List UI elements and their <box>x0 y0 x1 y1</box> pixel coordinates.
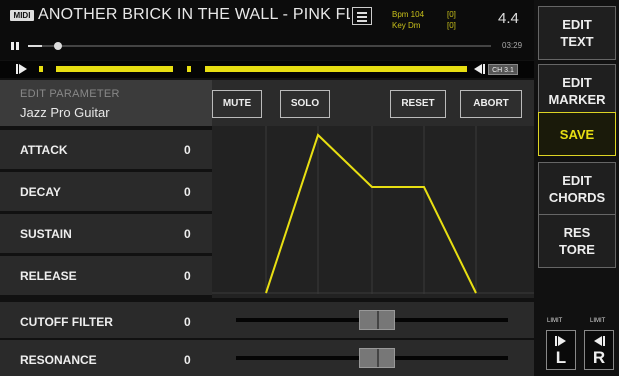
button-line: RES <box>563 225 591 240</box>
param-name: DECAY <box>20 185 61 199</box>
limit-right-letter: R <box>592 348 606 367</box>
timeline-segment <box>56 66 173 72</box>
instrument-name: Jazz Pro Guitar <box>20 105 110 120</box>
solo-button[interactable]: SOLO <box>280 90 330 118</box>
slider-row-cutoff: CUTOFF FILTER 0 <box>0 302 534 338</box>
bpm-offset: [0] <box>447 10 456 19</box>
song-title[interactable]: ANOTHER BRICK IN THE WALL - PINK FLOYI <box>38 6 350 24</box>
bpm-label: Bpm 104 <box>392 10 425 19</box>
limit-left-label: LIMIT <box>547 318 563 324</box>
slider-value: 0 <box>184 353 191 367</box>
limit-left-button[interactable]: L <box>546 330 576 370</box>
param-value: 0 <box>184 227 191 241</box>
limit-right-button[interactable]: R <box>584 330 614 370</box>
button-line: SAVE <box>559 126 595 142</box>
save-button[interactable]: SAVE <box>538 112 616 156</box>
timeline-marker <box>39 66 43 72</box>
restore-button[interactable]: RES TORE <box>538 214 616 268</box>
button-line: MARKER <box>548 92 606 107</box>
progress-knob[interactable] <box>54 42 62 50</box>
limit-start-icon <box>555 336 566 346</box>
edit-chords-button[interactable]: EDIT CHORDS <box>538 162 616 216</box>
channel-badge[interactable]: CH 3.1 <box>488 64 518 75</box>
progress-fill <box>28 45 42 47</box>
edit-parameter-panel: EDIT PARAMETER Jazz Pro Guitar <box>0 80 212 126</box>
playback-progress[interactable] <box>28 42 491 50</box>
param-name: ATTACK <box>20 143 68 157</box>
resonance-slider[interactable] <box>236 348 508 368</box>
limit-end-icon <box>594 336 605 346</box>
param-name: RELEASE <box>20 269 77 283</box>
slider-row-resonance: RESONANCE 0 <box>0 340 534 376</box>
button-line: EDIT <box>562 17 592 32</box>
button-line: EDIT <box>562 173 592 188</box>
limit-right-label: LIMIT <box>590 318 606 324</box>
key-offset: [0] <box>447 21 456 30</box>
param-row-sustain[interactable]: SUSTAIN 0 <box>0 214 212 254</box>
reset-button[interactable]: RESET <box>390 90 446 118</box>
button-line: TEXT <box>560 34 594 49</box>
button-line: TORE <box>559 242 595 257</box>
param-value: 0 <box>184 143 191 157</box>
loop-end-icon[interactable] <box>473 63 485 75</box>
param-value: 0 <box>184 269 191 283</box>
param-row-decay[interactable]: DECAY 0 <box>0 172 212 212</box>
time-signature: 4.4 <box>498 10 519 27</box>
abort-button[interactable]: ABORT <box>460 90 522 118</box>
timeline-marker <box>187 66 191 72</box>
loop-start-icon[interactable] <box>16 63 28 75</box>
edit-text-button[interactable]: EDIT TEXT <box>538 6 616 60</box>
adsr-envelope-graph[interactable] <box>212 126 534 298</box>
button-line: CHORDS <box>548 190 606 205</box>
limit-left-letter: L <box>555 348 567 367</box>
slider-name: CUTOFF FILTER <box>20 315 113 329</box>
mute-button[interactable]: MUTE <box>212 90 262 118</box>
key-label: Key Dm <box>392 21 421 30</box>
param-value: 0 <box>184 185 191 199</box>
cutoff-slider-thumb[interactable] <box>359 310 395 330</box>
marker-timeline[interactable]: CH 3.1 <box>0 61 534 78</box>
elapsed-time: 03:29 <box>502 41 523 50</box>
timeline-segment <box>205 66 467 72</box>
cutoff-slider[interactable] <box>236 310 508 330</box>
button-line: EDIT <box>562 75 592 90</box>
parameter-toolbar: MUTE SOLO RESET ABORT <box>212 80 534 126</box>
pause-icon[interactable] <box>11 42 19 50</box>
envelope-curve <box>265 133 477 294</box>
edit-parameter-title: EDIT PARAMETER <box>20 88 120 100</box>
edit-marker-button[interactable]: EDIT MARKER <box>538 64 616 118</box>
song-header: MIDI ANOTHER BRICK IN THE WALL - PINK FL… <box>0 0 534 60</box>
param-name: SUSTAIN <box>20 227 72 241</box>
resonance-slider-thumb[interactable] <box>359 348 395 368</box>
param-row-release[interactable]: RELEASE 0 <box>0 256 212 296</box>
param-row-attack[interactable]: ATTACK 0 <box>0 130 212 170</box>
envelope-svg <box>212 126 534 294</box>
slider-name: RESONANCE <box>20 353 97 367</box>
menu-icon[interactable] <box>352 7 372 25</box>
midi-badge: MIDI <box>10 10 34 21</box>
slider-value: 0 <box>184 315 191 329</box>
